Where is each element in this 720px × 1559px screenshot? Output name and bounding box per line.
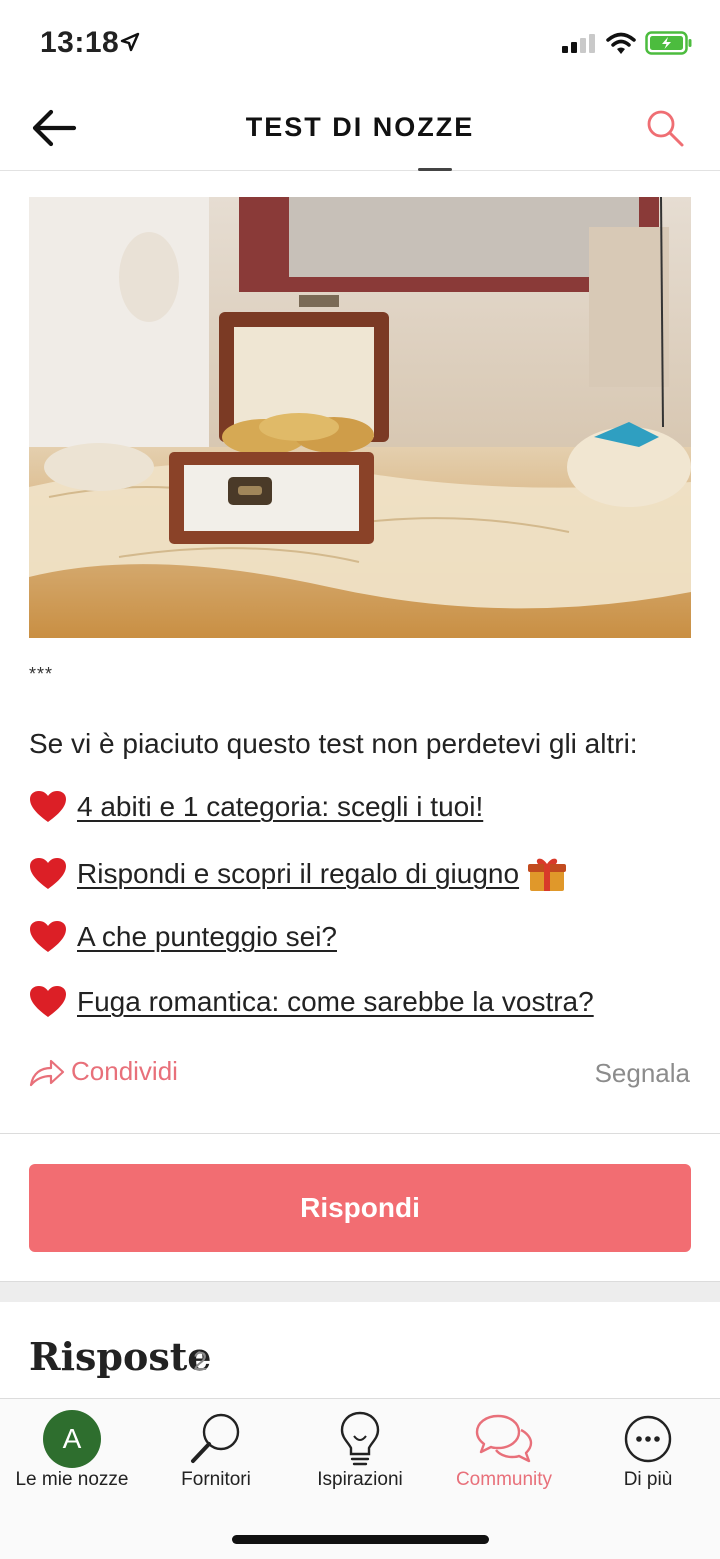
heart-icon xyxy=(30,791,66,822)
status-time: 13:18 xyxy=(40,26,120,59)
gift-icon xyxy=(528,858,567,891)
avatar: A xyxy=(43,1410,101,1468)
intro-text: Se vi è piaciuto questo test non perdete… xyxy=(29,728,638,759)
nav-label: Community xyxy=(455,1469,553,1490)
nav-item-fornitori[interactable]: Fornitori xyxy=(144,1399,288,1509)
share-label: Condividi xyxy=(71,1056,178,1086)
heart-icon xyxy=(30,921,66,952)
scroll-hint xyxy=(418,168,452,171)
link-text[interactable]: Fuga romantica: come sarebbe la vostra? xyxy=(77,986,594,1018)
header: TEST DI NOZZE xyxy=(0,88,720,171)
nav-item-ispirazioni[interactable]: Ispirazioni xyxy=(288,1399,432,1509)
link-item[interactable]: A che punteggio sei? xyxy=(29,920,337,954)
section-separator xyxy=(0,1282,720,1302)
search-icon xyxy=(647,110,684,147)
heart-icon xyxy=(30,986,66,1017)
nav-item-di-piu[interactable]: Di più xyxy=(576,1399,720,1509)
separator-text: *** xyxy=(29,664,54,684)
post-image xyxy=(29,197,691,638)
reply-button[interactable]: Rispondi xyxy=(29,1164,691,1252)
link-text[interactable]: Rispondi e scopri il regalo di giugno xyxy=(77,858,519,890)
more-icon xyxy=(624,1415,672,1463)
nav-label: Fornitori xyxy=(181,1469,251,1490)
page-title: TEST DI NOZZE xyxy=(245,112,475,142)
status-bar: 13:18 xyxy=(0,0,720,88)
heart-icon xyxy=(30,858,66,889)
nav-label: Di più xyxy=(623,1469,673,1490)
link-text[interactable]: 4 abiti e 1 categoria: scegli i tuoi! xyxy=(77,791,483,823)
divider xyxy=(0,1133,720,1134)
nav-label: Le mie nozze xyxy=(15,1469,129,1490)
signal-icon xyxy=(562,34,595,53)
nav-item-le-mie-nozze[interactable]: A Le mie nozze xyxy=(0,1399,144,1509)
answers-count: 2 xyxy=(193,1346,208,1376)
lightbulb-icon xyxy=(340,1411,380,1466)
answers-title: Risposte xyxy=(29,1334,212,1379)
wifi-icon xyxy=(606,32,636,54)
battery-icon xyxy=(645,31,692,55)
search-button[interactable] xyxy=(640,104,690,152)
link-item[interactable]: Rispondi e scopri il regalo di giugno xyxy=(29,855,567,893)
link-text[interactable]: A che punteggio sei? xyxy=(77,921,337,953)
chat-bubbles-icon xyxy=(475,1414,533,1463)
share-button[interactable]: Condividi xyxy=(29,1056,178,1087)
search-icon xyxy=(191,1413,240,1463)
report-link[interactable]: Segnala xyxy=(595,1058,690,1089)
link-item[interactable]: Fuga romantica: come sarebbe la vostra? xyxy=(29,985,594,1019)
home-indicator xyxy=(232,1535,489,1544)
nav-label: Ispirazioni xyxy=(317,1469,403,1490)
share-arrow-icon xyxy=(29,1059,65,1086)
location-arrow-icon xyxy=(120,32,140,52)
nav-item-community[interactable]: Community xyxy=(432,1399,576,1509)
link-item[interactable]: 4 abiti e 1 categoria: scegli i tuoi! xyxy=(29,790,483,824)
